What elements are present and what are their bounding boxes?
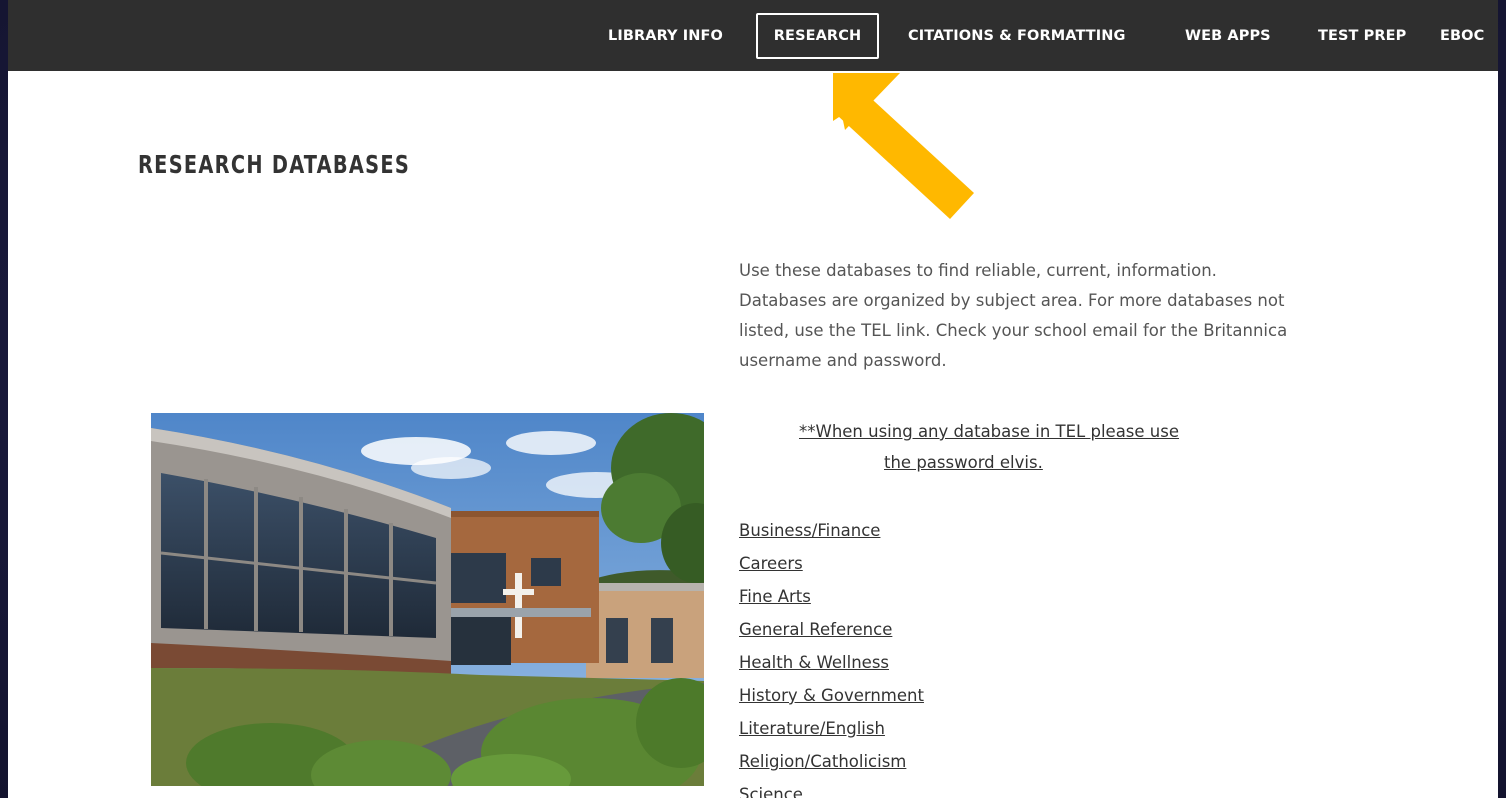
school-building-photo (151, 413, 704, 786)
password-note: **When using any database in TEL please … (739, 422, 1309, 482)
link-literature-english[interactable]: Literature/English (739, 714, 924, 747)
link-business-finance[interactable]: Business/Finance (739, 516, 924, 549)
link-history-government[interactable]: History & Government (739, 681, 924, 714)
password-note-line-2[interactable]: the password elvis. (884, 453, 1043, 472)
link-health-wellness[interactable]: Health & Wellness (739, 648, 924, 681)
nav-item-research[interactable]: RESEARCH (756, 13, 879, 59)
nav-item-web-apps[interactable]: WEB APPS (1185, 13, 1271, 59)
top-navbar: LIBRARY INFO RESEARCH CITATIONS & FORMAT… (8, 0, 1498, 71)
link-science[interactable]: Science (739, 780, 924, 798)
link-fine-arts[interactable]: Fine Arts (739, 582, 924, 615)
intro-paragraph: Use these databases to find reliable, cu… (739, 261, 1288, 370)
nav-item-test-prep[interactable]: TEST PREP (1318, 13, 1406, 59)
link-careers[interactable]: Careers (739, 549, 924, 582)
link-general-reference[interactable]: General Reference (739, 615, 924, 648)
nav-item-ebooks[interactable]: EBOC (1440, 13, 1484, 59)
webpage: LIBRARY INFO RESEARCH CITATIONS & FORMAT… (8, 0, 1498, 798)
page-title: RESEARCH DATABASES (138, 150, 411, 179)
password-note-line-1[interactable]: **When using any database in TEL please … (799, 422, 1179, 441)
nav-item-citations-formatting[interactable]: CITATIONS & FORMATTING (908, 13, 1126, 59)
nav-item-library-info[interactable]: LIBRARY INFO (608, 13, 723, 59)
subject-links-list: Business/Finance Careers Fine Arts Gener… (739, 516, 924, 798)
link-religion-catholicism[interactable]: Religion/Catholicism (739, 747, 924, 780)
